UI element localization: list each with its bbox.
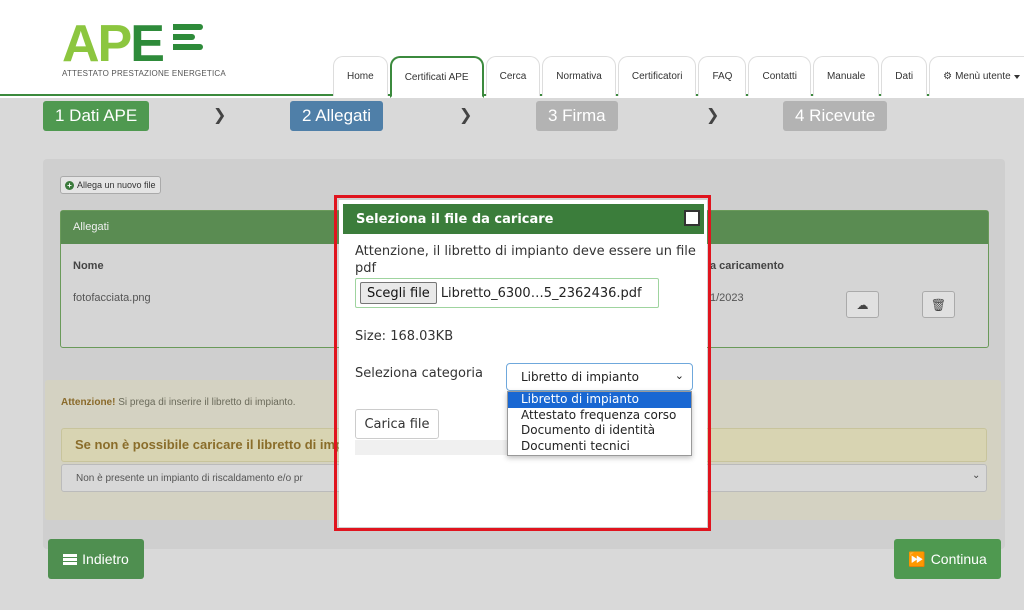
trash-icon: 🗑 bbox=[930, 297, 947, 312]
modal-title: Seleziona il file da caricare bbox=[343, 204, 704, 234]
chevron-right-icon: ❯ bbox=[213, 107, 227, 124]
tab-contatti[interactable]: Contatti bbox=[748, 56, 811, 96]
step-dati-ape[interactable]: 1 Dati APE bbox=[43, 101, 150, 131]
step-allegati[interactable]: 2 Allegati bbox=[290, 101, 383, 131]
modal-notice-line2: pdf bbox=[355, 261, 377, 276]
add-file-button[interactable]: + Allega un nuovo file bbox=[60, 176, 161, 194]
chevron-down-icon: ⌄ bbox=[972, 470, 981, 481]
choose-file-button[interactable]: Scegli file bbox=[360, 282, 437, 304]
option-libretto-impianto[interactable]: Libretto di impianto bbox=[508, 392, 691, 408]
tab-certificati-ape[interactable]: Certificati APE bbox=[389, 56, 484, 98]
cloud-upload-icon: ☁ bbox=[856, 297, 869, 312]
tab-menu-utente[interactable]: ⚙ Menù utente bbox=[929, 56, 1024, 96]
continue-label: Continua bbox=[930, 551, 987, 567]
selected-file-name: Libretto_6300…5_2362436.pdf bbox=[440, 285, 642, 301]
no-heating-select-value: Non è presente un impianto di riscaldame… bbox=[76, 473, 303, 484]
back-label: Indietro bbox=[82, 551, 129, 567]
upload-file-button[interactable]: Carica file bbox=[355, 409, 439, 439]
column-header-nome: Nome bbox=[73, 260, 104, 272]
tab-faq[interactable]: FAQ bbox=[698, 56, 747, 96]
warning-text: Attenzione! Si prega di inserire il libr… bbox=[61, 397, 296, 408]
table-cell-date: 1/2023 bbox=[710, 292, 744, 304]
category-label: Seleziona categoria bbox=[355, 366, 483, 381]
table-cell-filename: fotofacciata.png bbox=[73, 292, 151, 304]
delete-button[interactable]: 🗑 bbox=[922, 291, 955, 318]
option-documenti-tecnici[interactable]: Documenti tecnici bbox=[508, 439, 691, 455]
chevron-right-icon: ❯ bbox=[706, 107, 720, 124]
chevron-right-icon: ❯ bbox=[459, 107, 473, 124]
chevron-down-icon: ⌄ bbox=[674, 369, 684, 382]
caret-down-icon bbox=[1013, 74, 1020, 79]
tab-home[interactable]: Home bbox=[333, 56, 388, 96]
file-input[interactable]: Scegli file Libretto_6300…5_2362436.pdf bbox=[355, 278, 659, 308]
modal-notice-line1: Attenzione, il libretto di impianto deve… bbox=[355, 244, 696, 259]
step-firma[interactable]: 3 Firma bbox=[536, 101, 618, 131]
ape-logo[interactable]: APE ATTESTATO PRESTAZIONE ENERGETICA bbox=[62, 15, 226, 82]
tab-dati[interactable]: Dati bbox=[881, 56, 928, 96]
logo-wordmark: APE bbox=[62, 15, 165, 73]
tab-manuale[interactable]: Manuale bbox=[812, 56, 880, 96]
category-select-value: Libretto di impianto bbox=[521, 370, 640, 384]
tab-normativa[interactable]: Normativa bbox=[542, 56, 616, 96]
step-ricevute[interactable]: 4 Ricevute bbox=[783, 101, 888, 131]
logo-subtitle: ATTESTATO PRESTAZIONE ENERGETICA bbox=[62, 69, 226, 78]
file-size: Size: 168.03KB bbox=[355, 329, 454, 344]
list-icon bbox=[63, 553, 78, 565]
column-header-date: a caricamento bbox=[710, 260, 784, 272]
tab-certificatori[interactable]: Certificatori bbox=[617, 56, 697, 96]
upload-cloud-button[interactable]: ☁ bbox=[846, 291, 879, 318]
logo-stripes-icon bbox=[173, 24, 207, 64]
main-nav: Home Certificati APE Cerca Normativa Cer… bbox=[333, 55, 1024, 98]
add-file-label: Allega un nuovo file bbox=[77, 180, 156, 190]
option-attestato-frequenza[interactable]: Attestato frequenza corso bbox=[508, 408, 691, 424]
menu-utente-label: Menù utente bbox=[955, 71, 1011, 82]
option-documento-identita[interactable]: Documento di identità bbox=[508, 423, 691, 439]
plus-circle-icon: + bbox=[65, 180, 74, 190]
gear-icon: ⚙ bbox=[943, 71, 953, 82]
back-button[interactable]: Indietro bbox=[48, 539, 144, 579]
fast-forward-icon: ⏩ bbox=[908, 550, 926, 567]
upload-progress-bar bbox=[355, 440, 510, 455]
category-dropdown: Libretto di impianto Attestato frequenza… bbox=[507, 391, 692, 456]
tab-cerca[interactable]: Cerca bbox=[485, 56, 541, 96]
continue-button[interactable]: ⏩ Continua bbox=[894, 539, 1001, 579]
warning-inner-heading: Se non è possibile caricare il libretto … bbox=[75, 437, 344, 452]
close-button[interactable] bbox=[684, 210, 700, 226]
category-select[interactable]: Libretto di impianto ⌄ bbox=[506, 363, 693, 391]
site-header: APE ATTESTATO PRESTAZIONE ENERGETICA Hom… bbox=[0, 0, 1024, 98]
